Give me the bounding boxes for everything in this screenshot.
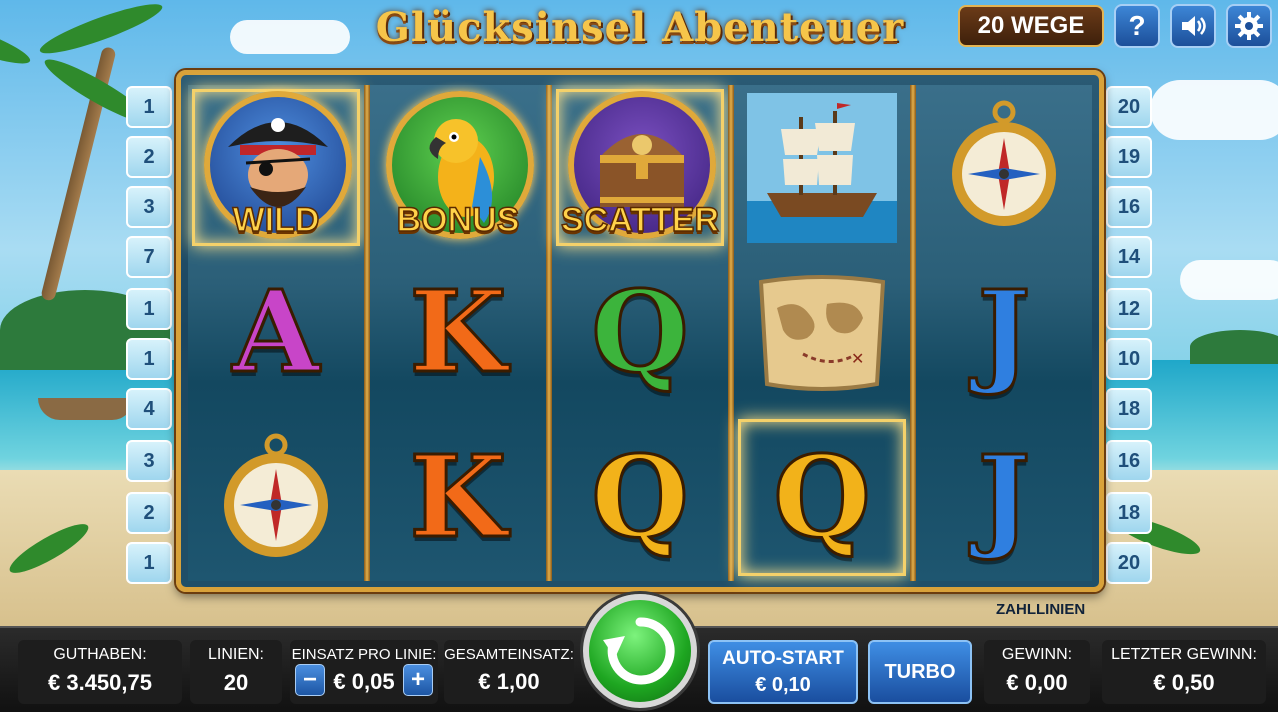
reel-cell: J [916,250,1092,415]
reel-cell: SCATTER [552,85,728,250]
payline-indicator[interactable]: 16 [1106,186,1152,228]
reel-cell: J [916,415,1092,580]
reel-1: WILD A [188,85,364,581]
letter-symbol: K [408,431,508,563]
scatter-label: SCATTER [560,200,720,240]
ways-badge: 20 WEGE [958,5,1104,47]
reel-cell: WILD [188,85,364,250]
settings-button[interactable] [1226,4,1272,48]
reel-cell [734,85,910,250]
reel-cell [188,415,364,580]
reel-2: BONUS K K [370,85,546,581]
reel-5: J J [916,85,1092,581]
last-win-label: LETZTER GEWINN: [1111,646,1257,663]
payline-indicator[interactable]: 16 [1106,440,1152,482]
payline-indicator[interactable]: 3 [126,186,172,228]
payline-indicator[interactable]: 19 [1106,136,1152,178]
last-win-value: € 0,50 [1153,670,1215,695]
win-panel: GEWINN: € 0,00 [984,640,1090,704]
last-win-panel: LETZTER GEWINN: € 0,50 [1102,640,1266,704]
reel-frame: WILD A BONUS K K SCATTER Q Q ✕ Q J J [176,70,1104,592]
spin-button[interactable] [583,594,697,708]
reel-cell [916,85,1092,250]
cloud [1150,80,1278,140]
bonus-label: BONUS [396,200,520,240]
reel-3: SCATTER Q Q [552,85,728,581]
total-bet-panel: GESAMTEINSATZ: € 1,00 [444,640,574,704]
island [1190,330,1278,364]
rowboat [38,398,134,420]
reel-cell: K [370,250,546,415]
letter-symbol: Q [590,266,691,398]
palm-leaf [0,9,34,72]
total-bet-value: € 1,00 [478,669,540,694]
reel-4: ✕ Q [734,85,910,581]
payline-indicator[interactable]: 18 [1106,388,1152,430]
gear-icon [1235,12,1263,40]
payline-indicator[interactable]: 20 [1106,542,1152,584]
svg-text:✕: ✕ [851,349,864,368]
reel-cell: Q [734,415,910,580]
autostart-label: AUTO-START [722,648,844,669]
bet-per-line-label: EINSATZ PRO LINIE: [291,646,437,663]
increase-bet-button[interactable]: + [403,664,433,696]
game-title: Glücksinsel Abenteuer [375,4,905,51]
balance-label: GUTHABEN: [53,646,147,663]
payline-indicator[interactable]: 1 [126,86,172,128]
letter-symbol: Q [590,431,691,563]
autostart-value: € 0,10 [755,674,811,696]
payline-indicator[interactable]: 18 [1106,492,1152,534]
paylines-caption: ZAHLLINIEN [996,601,1086,618]
payline-indicator[interactable]: 14 [1106,236,1152,278]
balance-value: € 3.450,75 [48,670,152,695]
lines-panel: LINIEN: 20 [190,640,282,704]
payline-indicator[interactable]: 3 [126,440,172,482]
speaker-icon [1182,16,1206,36]
autostart-button[interactable]: AUTO-START € 0,10 [708,640,858,704]
letter-symbol: J [976,431,1032,563]
payline-indicator[interactable]: 1 [126,542,172,584]
lines-label: LINIEN: [207,646,264,663]
reel-cell: A [188,250,364,415]
reel-cell: K [370,415,546,580]
lines-value: 20 [223,670,249,695]
help-icon: ? [1128,10,1146,41]
reel-cell: BONUS [370,85,546,250]
payline-indicator[interactable]: 10 [1106,338,1152,380]
payline-indicator[interactable]: 12 [1106,288,1152,330]
reel-cell: Q [552,415,728,580]
reel-cell: Q [552,250,728,415]
letter-symbol: J [976,266,1032,398]
payline-indicator[interactable]: 1 [126,338,172,380]
payline-indicator[interactable]: 7 [126,236,172,278]
wild-label: WILD [232,200,320,240]
decrease-bet-button[interactable]: − [295,664,325,696]
help-button[interactable]: ? [1114,4,1160,48]
balance-panel: GUTHABEN: € 3.450,75 [18,640,182,704]
cloud [1180,260,1278,300]
turbo-label: TURBO [884,661,956,683]
payline-indicator[interactable]: 2 [126,136,172,178]
compass-icon [952,100,1056,226]
turbo-button[interactable]: TURBO [868,640,972,704]
sound-button[interactable] [1170,4,1216,48]
spin-arrows-icon [603,617,675,685]
compass-icon [224,433,328,557]
payline-indicator[interactable]: 1 [126,288,172,330]
letter-symbol: K [408,266,508,398]
total-bet-label: GESAMTEINSATZ: [444,646,574,663]
payline-indicator[interactable]: 2 [126,492,172,534]
win-highlight-frame [738,419,906,576]
win-value: € 0,00 [1006,670,1068,695]
reel-cell: ✕ [734,250,910,415]
ship-icon [747,92,897,243]
letter-symbol: A [231,266,321,398]
payline-indicator[interactable]: 20 [1106,86,1152,128]
win-label: GEWINN: [1001,646,1073,663]
payline-indicator[interactable]: 4 [126,388,172,430]
treasure-map-icon: ✕ [758,274,886,391]
